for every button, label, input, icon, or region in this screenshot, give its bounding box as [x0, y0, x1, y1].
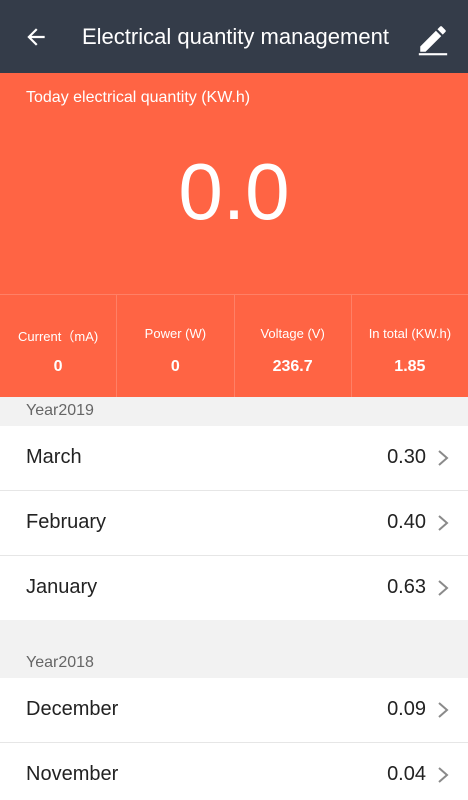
stat-power: Power (W) 0 [117, 295, 235, 397]
pencil-icon [418, 26, 448, 56]
month-value: 0.04 [387, 763, 426, 785]
month-value: 0.30 [387, 446, 426, 468]
year-label: Year2019 [26, 402, 94, 419]
stats-row: Current（mA) 0 Power (W) 0 Voltage (V) 23… [0, 294, 468, 397]
month-name: December [26, 698, 119, 720]
month-row-january[interactable]: January 0.63 [0, 556, 468, 620]
month-name: February [26, 511, 107, 533]
app-root: Electrical quantity management Today ele… [0, 0, 468, 800]
month-row-december[interactable]: December 0.09 [0, 678, 468, 743]
month-value: 0.63 [387, 576, 426, 598]
chevron-right-icon [438, 450, 449, 466]
year-header-2019: Year2019 [0, 397, 468, 426]
year-header-2018: Year2018 [0, 620, 468, 678]
top-bar: Electrical quantity management [0, 0, 468, 73]
back-button[interactable] [18, 19, 54, 55]
stat-total: In total (KW.h) 1.85 [352, 295, 468, 397]
chevron-right-icon [438, 580, 449, 596]
page-title: Electrical quantity management [82, 24, 389, 49]
month-row-march[interactable]: March 0.30 [0, 426, 468, 491]
stat-label: Current（mA) [18, 329, 99, 344]
stat-value: 1.85 [394, 358, 426, 375]
arrow-left-icon [27, 28, 45, 46]
stat-label: In total (KW.h) [368, 326, 452, 341]
today-value: 0.0 [178, 147, 290, 236]
chevron-right-icon [438, 515, 449, 531]
month-value: 0.09 [387, 698, 426, 720]
month-name: March [26, 446, 82, 468]
stat-value: 0 [170, 358, 180, 375]
month-name: January [26, 576, 98, 598]
chevron-right-icon [438, 767, 449, 783]
year-label: Year2018 [26, 654, 94, 671]
month-row-november[interactable]: November 0.04 [0, 743, 468, 800]
stat-current: Current（mA) 0 [0, 295, 118, 397]
stat-label: Power (W) [144, 326, 207, 341]
edit-button[interactable] [414, 20, 452, 58]
today-summary: Today electrical quantity (KW.h) 0.0 [0, 73, 468, 294]
today-label: Today electrical quantity (KW.h) [26, 89, 251, 106]
month-name: November [26, 763, 119, 785]
stat-value: 236.7 [272, 358, 313, 375]
chevron-right-icon [438, 702, 449, 718]
month-row-february[interactable]: February 0.40 [0, 491, 468, 556]
stat-voltage: Voltage (V) 236.7 [235, 295, 352, 397]
stat-label: Voltage (V) [260, 326, 325, 341]
stat-value: 0 [53, 358, 63, 375]
month-value: 0.40 [387, 511, 426, 533]
